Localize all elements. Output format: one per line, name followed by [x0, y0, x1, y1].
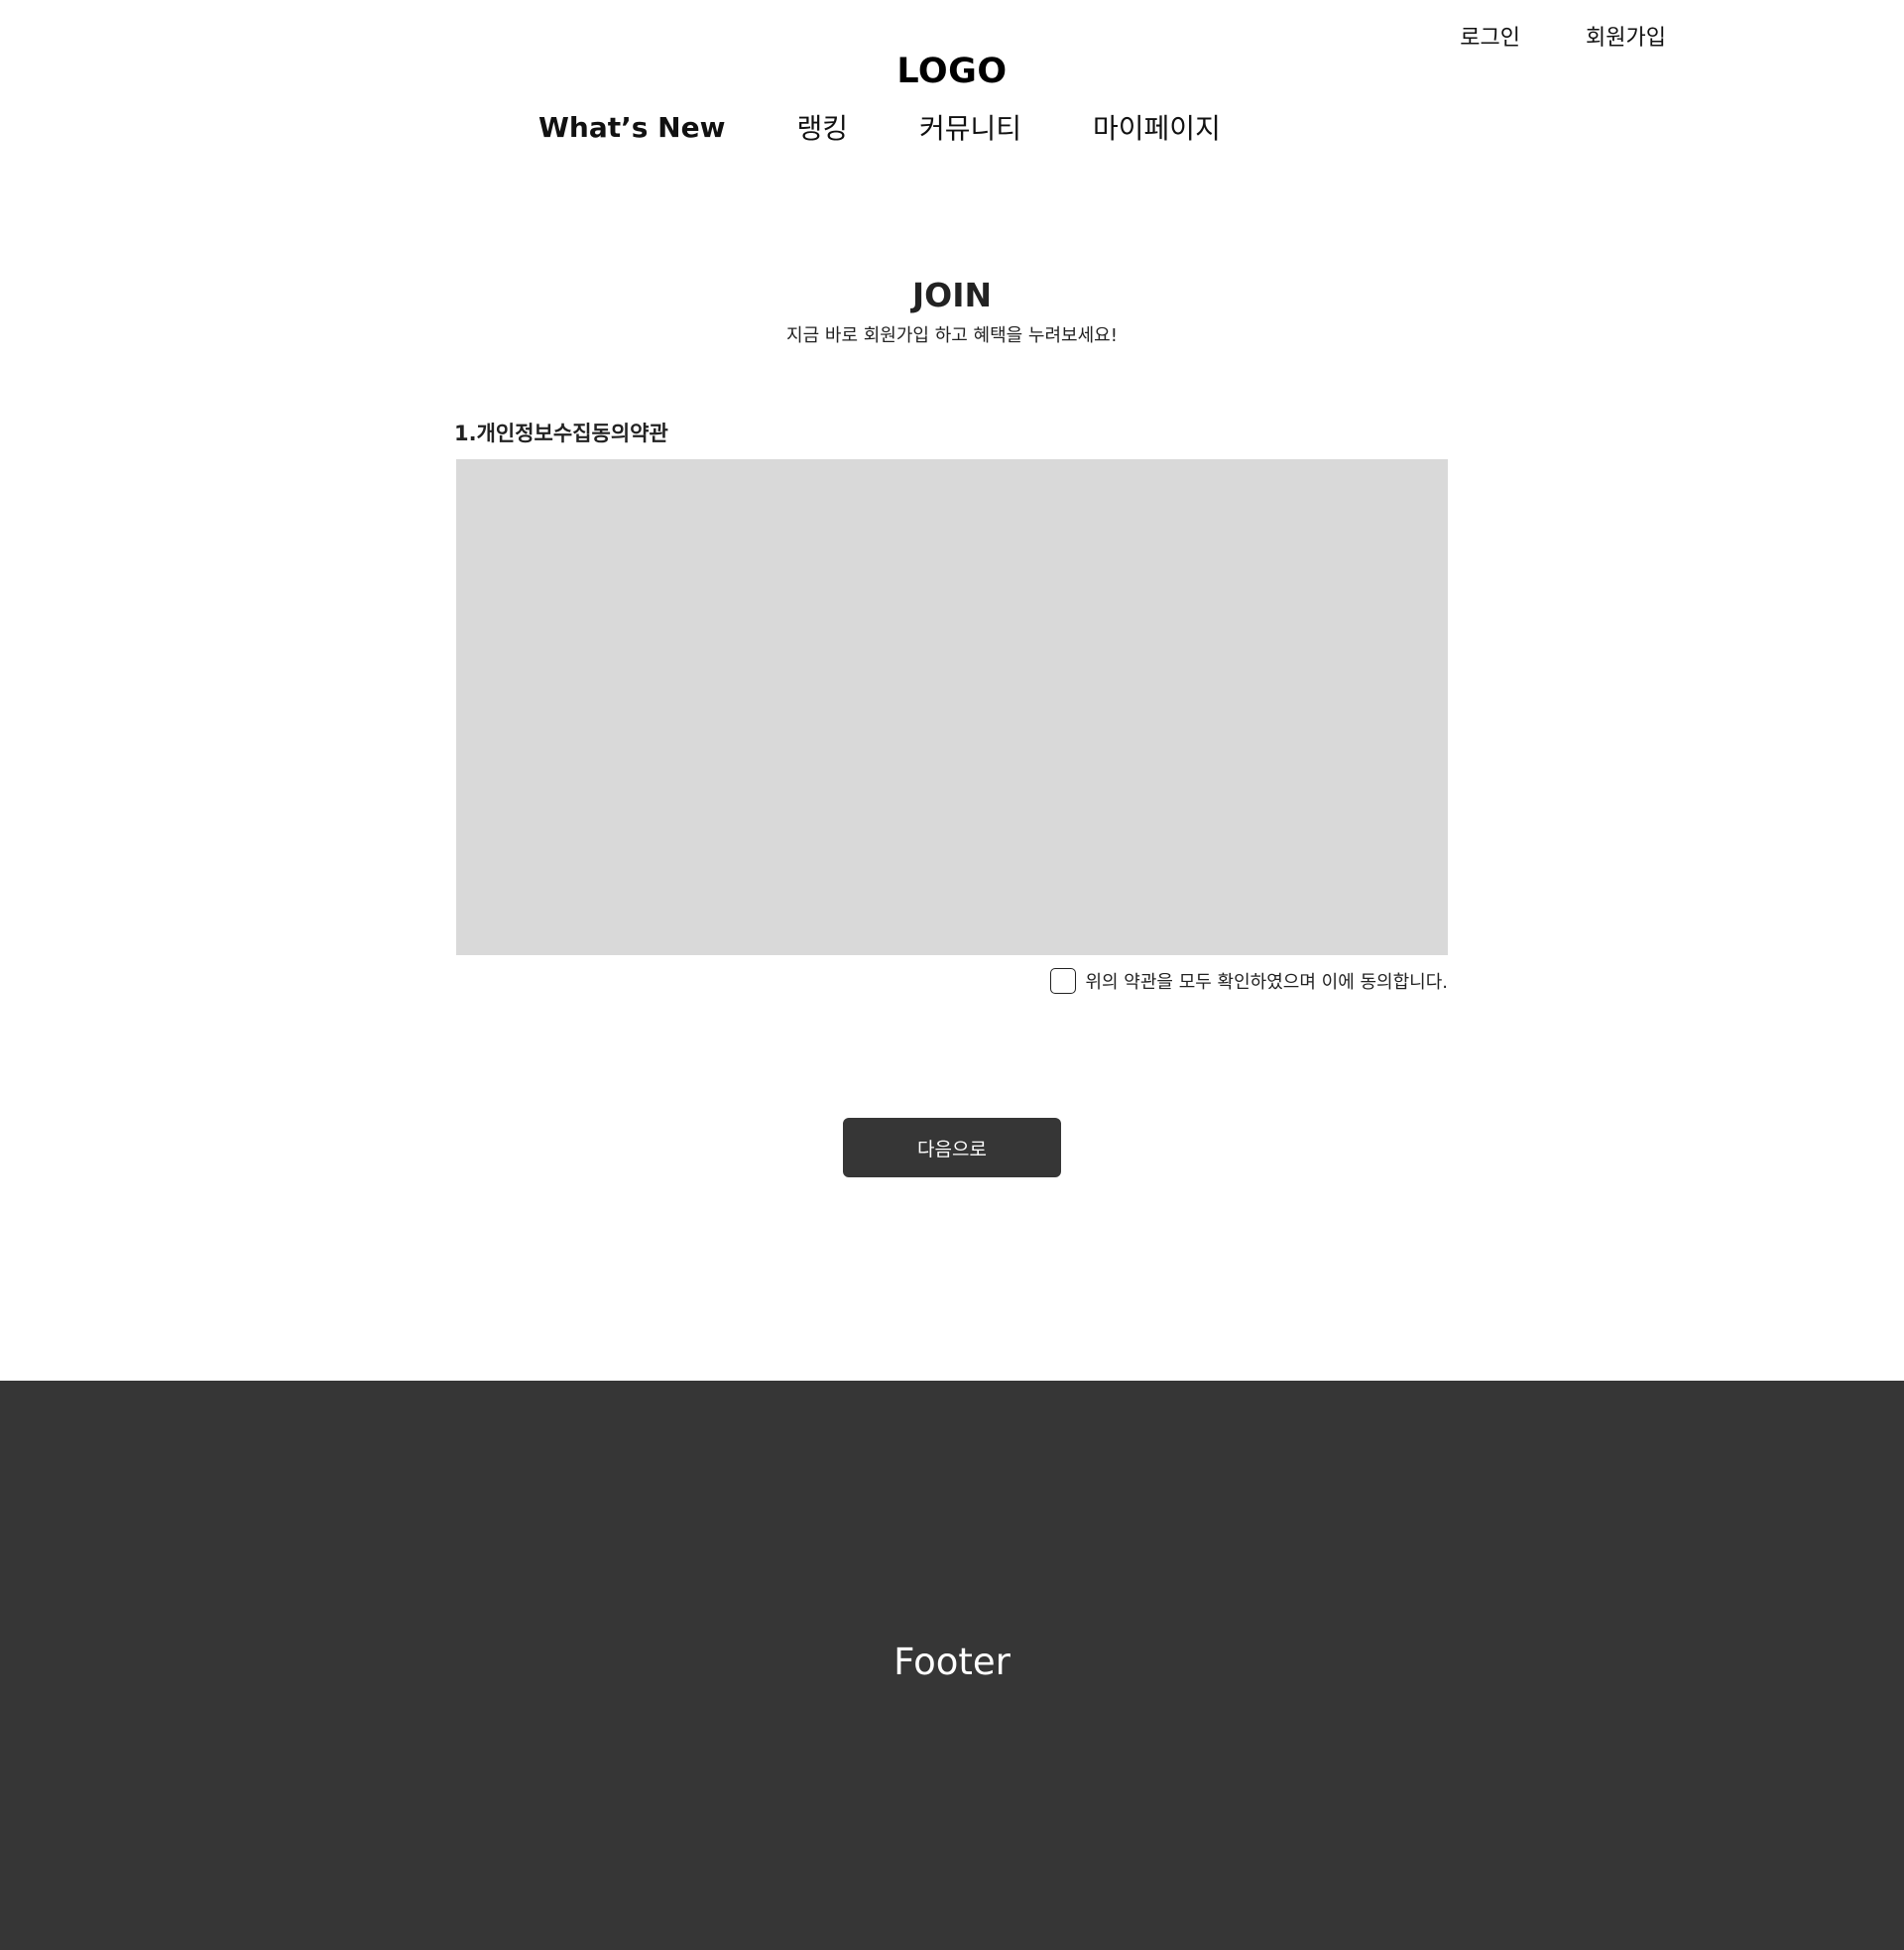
- top-links: 로그인 회원가입: [1460, 20, 1666, 52]
- page-subtitle: 지금 바로 회원가입 하고 혜택을 누려보세요!: [786, 325, 1118, 346]
- logo[interactable]: LOGO: [0, 52, 1904, 91]
- nav-item-community[interactable]: 커뮤니티: [919, 107, 1021, 147]
- page: 로그인 회원가입 LOGO What’s New 랭킹 커뮤니티 마이페이지 J…: [0, 0, 1904, 1950]
- agree-label: 위의 약관을 모두 확인하였으며 이에 동의합니다.: [1085, 972, 1448, 993]
- nav-item-whats-new[interactable]: What’s New: [538, 111, 725, 144]
- main-nav: What’s New 랭킹 커뮤니티 마이페이지: [538, 107, 1221, 147]
- nav-item-ranking[interactable]: 랭킹: [796, 107, 848, 147]
- login-link[interactable]: 로그인: [1460, 20, 1520, 52]
- footer-text: Footer: [893, 1641, 1011, 1683]
- terms-heading: 1.개인정보수집동의약관: [454, 422, 668, 445]
- agree-row[interactable]: 위의 약관을 모두 확인하였으며 이에 동의합니다.: [1050, 968, 1448, 994]
- nav-item-mypage[interactable]: 마이페이지: [1093, 107, 1221, 147]
- next-button[interactable]: 다음으로: [843, 1118, 1061, 1177]
- page-title: JOIN: [911, 276, 993, 314]
- agree-checkbox[interactable]: [1050, 968, 1077, 994]
- terms-content-box[interactable]: [456, 459, 1448, 955]
- footer: Footer: [0, 1381, 1904, 1950]
- signup-link[interactable]: 회원가입: [1586, 20, 1666, 52]
